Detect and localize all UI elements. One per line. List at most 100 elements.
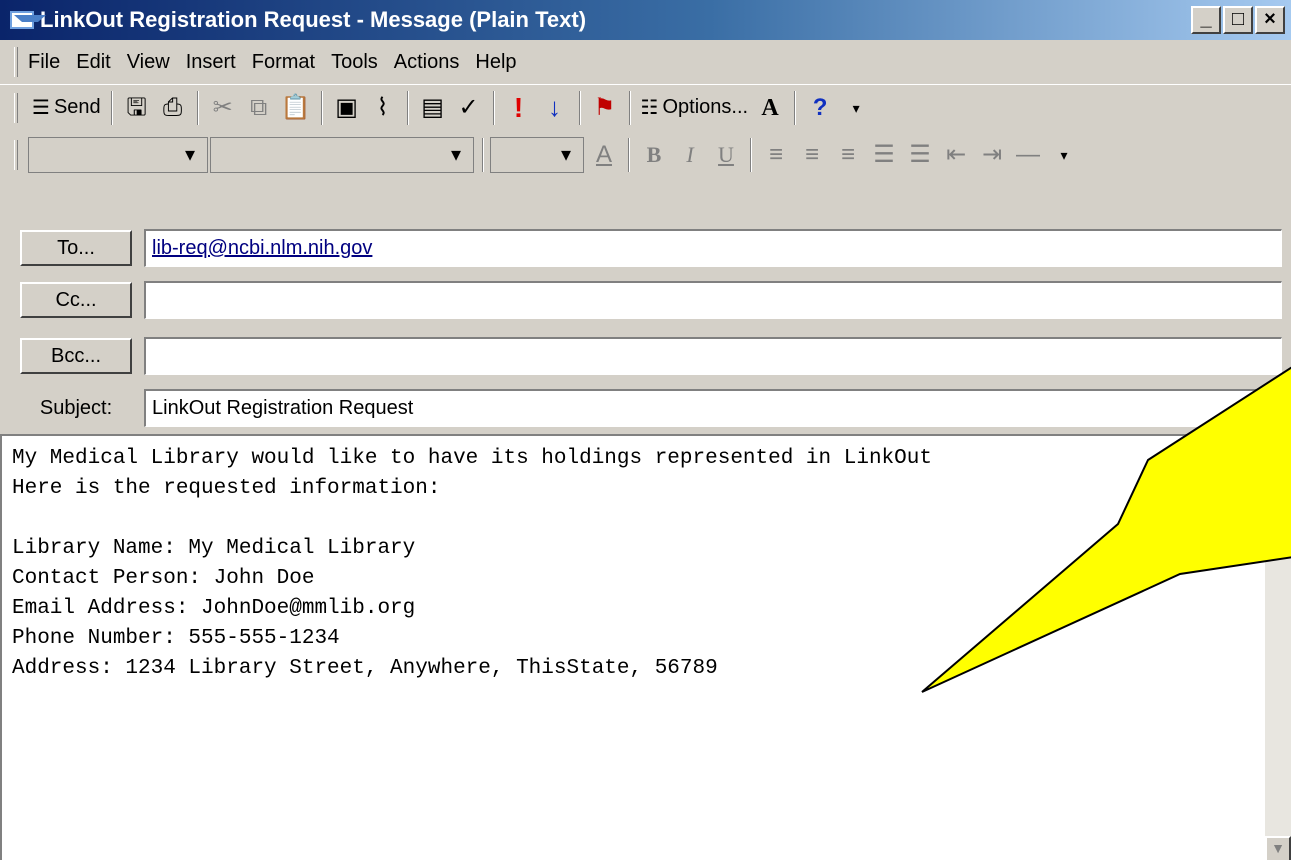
menu-edit[interactable]: Edit — [76, 51, 110, 74]
underline-button[interactable]: U — [708, 136, 744, 174]
check-names-button[interactable]: ✓ — [451, 89, 487, 127]
toolbar-grip[interactable] — [14, 92, 18, 123]
menu-insert[interactable]: Insert — [186, 51, 236, 74]
style-dropdown[interactable] — [28, 137, 208, 173]
align-left-icon: ≡ — [768, 141, 783, 168]
bcc-field[interactable] — [144, 337, 1282, 375]
cut-icon: ✂ — [212, 93, 233, 121]
menu-tools[interactable]: Tools — [331, 51, 378, 74]
print-icon: ⎙ — [163, 93, 183, 121]
standard-toolbar: ☰ Send 🖫 ⎙ ✂ ⧉ 📋 ▣ ⌇ ▤ ✓ ! ↓ ⚑ ☷ Options… — [0, 84, 1291, 130]
toolbar-separator — [196, 90, 199, 125]
align-center-button[interactable]: ≡ — [794, 136, 830, 174]
message-body[interactable]: My Medical Library would like to have it… — [0, 434, 1291, 860]
attach-button[interactable]: ⌇ — [365, 89, 401, 127]
title-bar: LinkOut Registration Request - Message (… — [0, 0, 1291, 40]
decrease-indent-icon: ⇤ — [945, 141, 967, 168]
formatting-toolbar: A B I U ≡ ≡ ≡ ☰ ☰ ⇤ ⇥ — ▾ — [0, 132, 1291, 178]
align-left-button[interactable]: ≡ — [758, 136, 794, 174]
font-size-button[interactable]: A — [752, 89, 788, 127]
menu-help[interactable]: Help — [475, 51, 516, 74]
maximize-button[interactable]: □ — [1223, 6, 1253, 34]
bcc-button[interactable]: Bcc... — [20, 338, 132, 374]
menu-bar: File Edit View Insert Format Tools Actio… — [0, 42, 1291, 82]
menu-view[interactable]: View — [127, 51, 170, 74]
align-right-button[interactable]: ≡ — [830, 136, 866, 174]
paste-button[interactable]: 📋 — [277, 89, 315, 127]
minimize-button[interactable]: _ — [1191, 6, 1221, 34]
menu-actions[interactable]: Actions — [394, 51, 460, 74]
options-button[interactable]: ☷ Options... — [637, 89, 753, 127]
bullets-icon: ☰ — [873, 141, 895, 168]
cc-row: Cc... — [20, 280, 1282, 320]
options-icon: ☷ — [640, 96, 659, 119]
send-button[interactable]: ☰ Send — [28, 89, 105, 127]
subject-row: Subject: LinkOut Registration Request — [20, 388, 1282, 428]
numbering-icon: ☰ — [909, 141, 931, 168]
to-field[interactable]: lib-req@ncbi.nlm.nih.gov — [144, 229, 1282, 267]
message-body-text: My Medical Library would like to have it… — [12, 447, 932, 680]
toolbar-separator — [320, 90, 323, 125]
subject-field[interactable]: LinkOut Registration Request — [144, 389, 1282, 427]
toolbar-options-chevron[interactable]: ▾ — [838, 89, 874, 127]
close-button[interactable]: × — [1255, 6, 1285, 34]
cc-button[interactable]: Cc... — [20, 282, 132, 318]
cc-field[interactable] — [144, 281, 1282, 319]
font-size-icon: A — [761, 94, 779, 121]
bullets-button[interactable]: ☰ — [866, 136, 902, 174]
align-center-icon: ≡ — [804, 141, 819, 168]
chevron-down-icon: ▾ — [1060, 147, 1068, 163]
italic-button[interactable]: I — [672, 136, 708, 174]
importance-low-button[interactable]: ↓ — [537, 89, 573, 127]
insert-file-button[interactable]: ▣ — [329, 89, 365, 127]
importance-high-icon: ! — [513, 91, 524, 123]
scroll-down-arrow[interactable]: ▼ — [1265, 836, 1291, 860]
numbering-button[interactable]: ☰ — [902, 136, 938, 174]
send-label: Send — [53, 96, 101, 118]
flag-icon: ⚑ — [593, 93, 616, 121]
help-icon: ? — [812, 93, 828, 121]
chevron-down-icon: ▾ — [852, 99, 860, 116]
toolbar-separator — [578, 90, 581, 125]
menu-grip[interactable] — [14, 47, 18, 77]
toolbar-options-chevron[interactable]: ▾ — [1046, 136, 1082, 174]
increase-indent-icon: ⇥ — [981, 141, 1003, 168]
bcc-row: Bcc... — [20, 336, 1282, 376]
font-color-button[interactable]: A — [586, 136, 622, 174]
toolbar-separator — [492, 90, 495, 125]
help-button[interactable]: ? — [802, 89, 838, 127]
envelope-icon — [10, 11, 46, 29]
flag-button[interactable]: ⚑ — [587, 89, 623, 127]
toolbar-separator — [750, 138, 752, 172]
address-book-icon: ▤ — [421, 93, 444, 121]
toolbar-grip[interactable] — [14, 140, 18, 170]
increase-indent-button[interactable]: ⇥ — [974, 136, 1010, 174]
address-book-button[interactable]: ▤ — [415, 89, 451, 127]
toolbar-separator — [794, 90, 797, 125]
font-size-dropdown[interactable] — [490, 137, 584, 173]
to-recipient[interactable]: lib-req@ncbi.nlm.nih.gov — [152, 237, 372, 259]
attach-icon: ⌇ — [376, 93, 389, 121]
send-icon: ☰ — [32, 96, 50, 119]
print-button[interactable]: ⎙ — [155, 89, 191, 127]
copy-button[interactable]: ⧉ — [241, 89, 277, 127]
toolbar-separator — [628, 90, 631, 125]
save-button[interactable]: 🖫 — [119, 89, 155, 127]
toolbar-separator — [482, 138, 484, 172]
font-dropdown[interactable] — [210, 137, 474, 173]
cut-button[interactable]: ✂ — [205, 89, 241, 127]
horizontal-line-button[interactable]: — — [1010, 136, 1046, 174]
align-right-icon: ≡ — [840, 141, 855, 168]
menu-file[interactable]: File — [28, 51, 60, 74]
check-names-icon: ✓ — [458, 93, 479, 121]
options-label: Options... — [662, 96, 749, 118]
menu-format[interactable]: Format — [252, 51, 315, 74]
to-button[interactable]: To... — [20, 230, 132, 266]
vertical-scrollbar[interactable]: ▼ — [1265, 436, 1291, 860]
copy-icon: ⧉ — [250, 93, 268, 121]
toolbar-separator — [110, 90, 113, 125]
to-row: To... lib-req@ncbi.nlm.nih.gov — [20, 228, 1282, 268]
decrease-indent-button[interactable]: ⇤ — [938, 136, 974, 174]
importance-high-button[interactable]: ! — [501, 89, 537, 127]
bold-button[interactable]: B — [636, 136, 672, 174]
